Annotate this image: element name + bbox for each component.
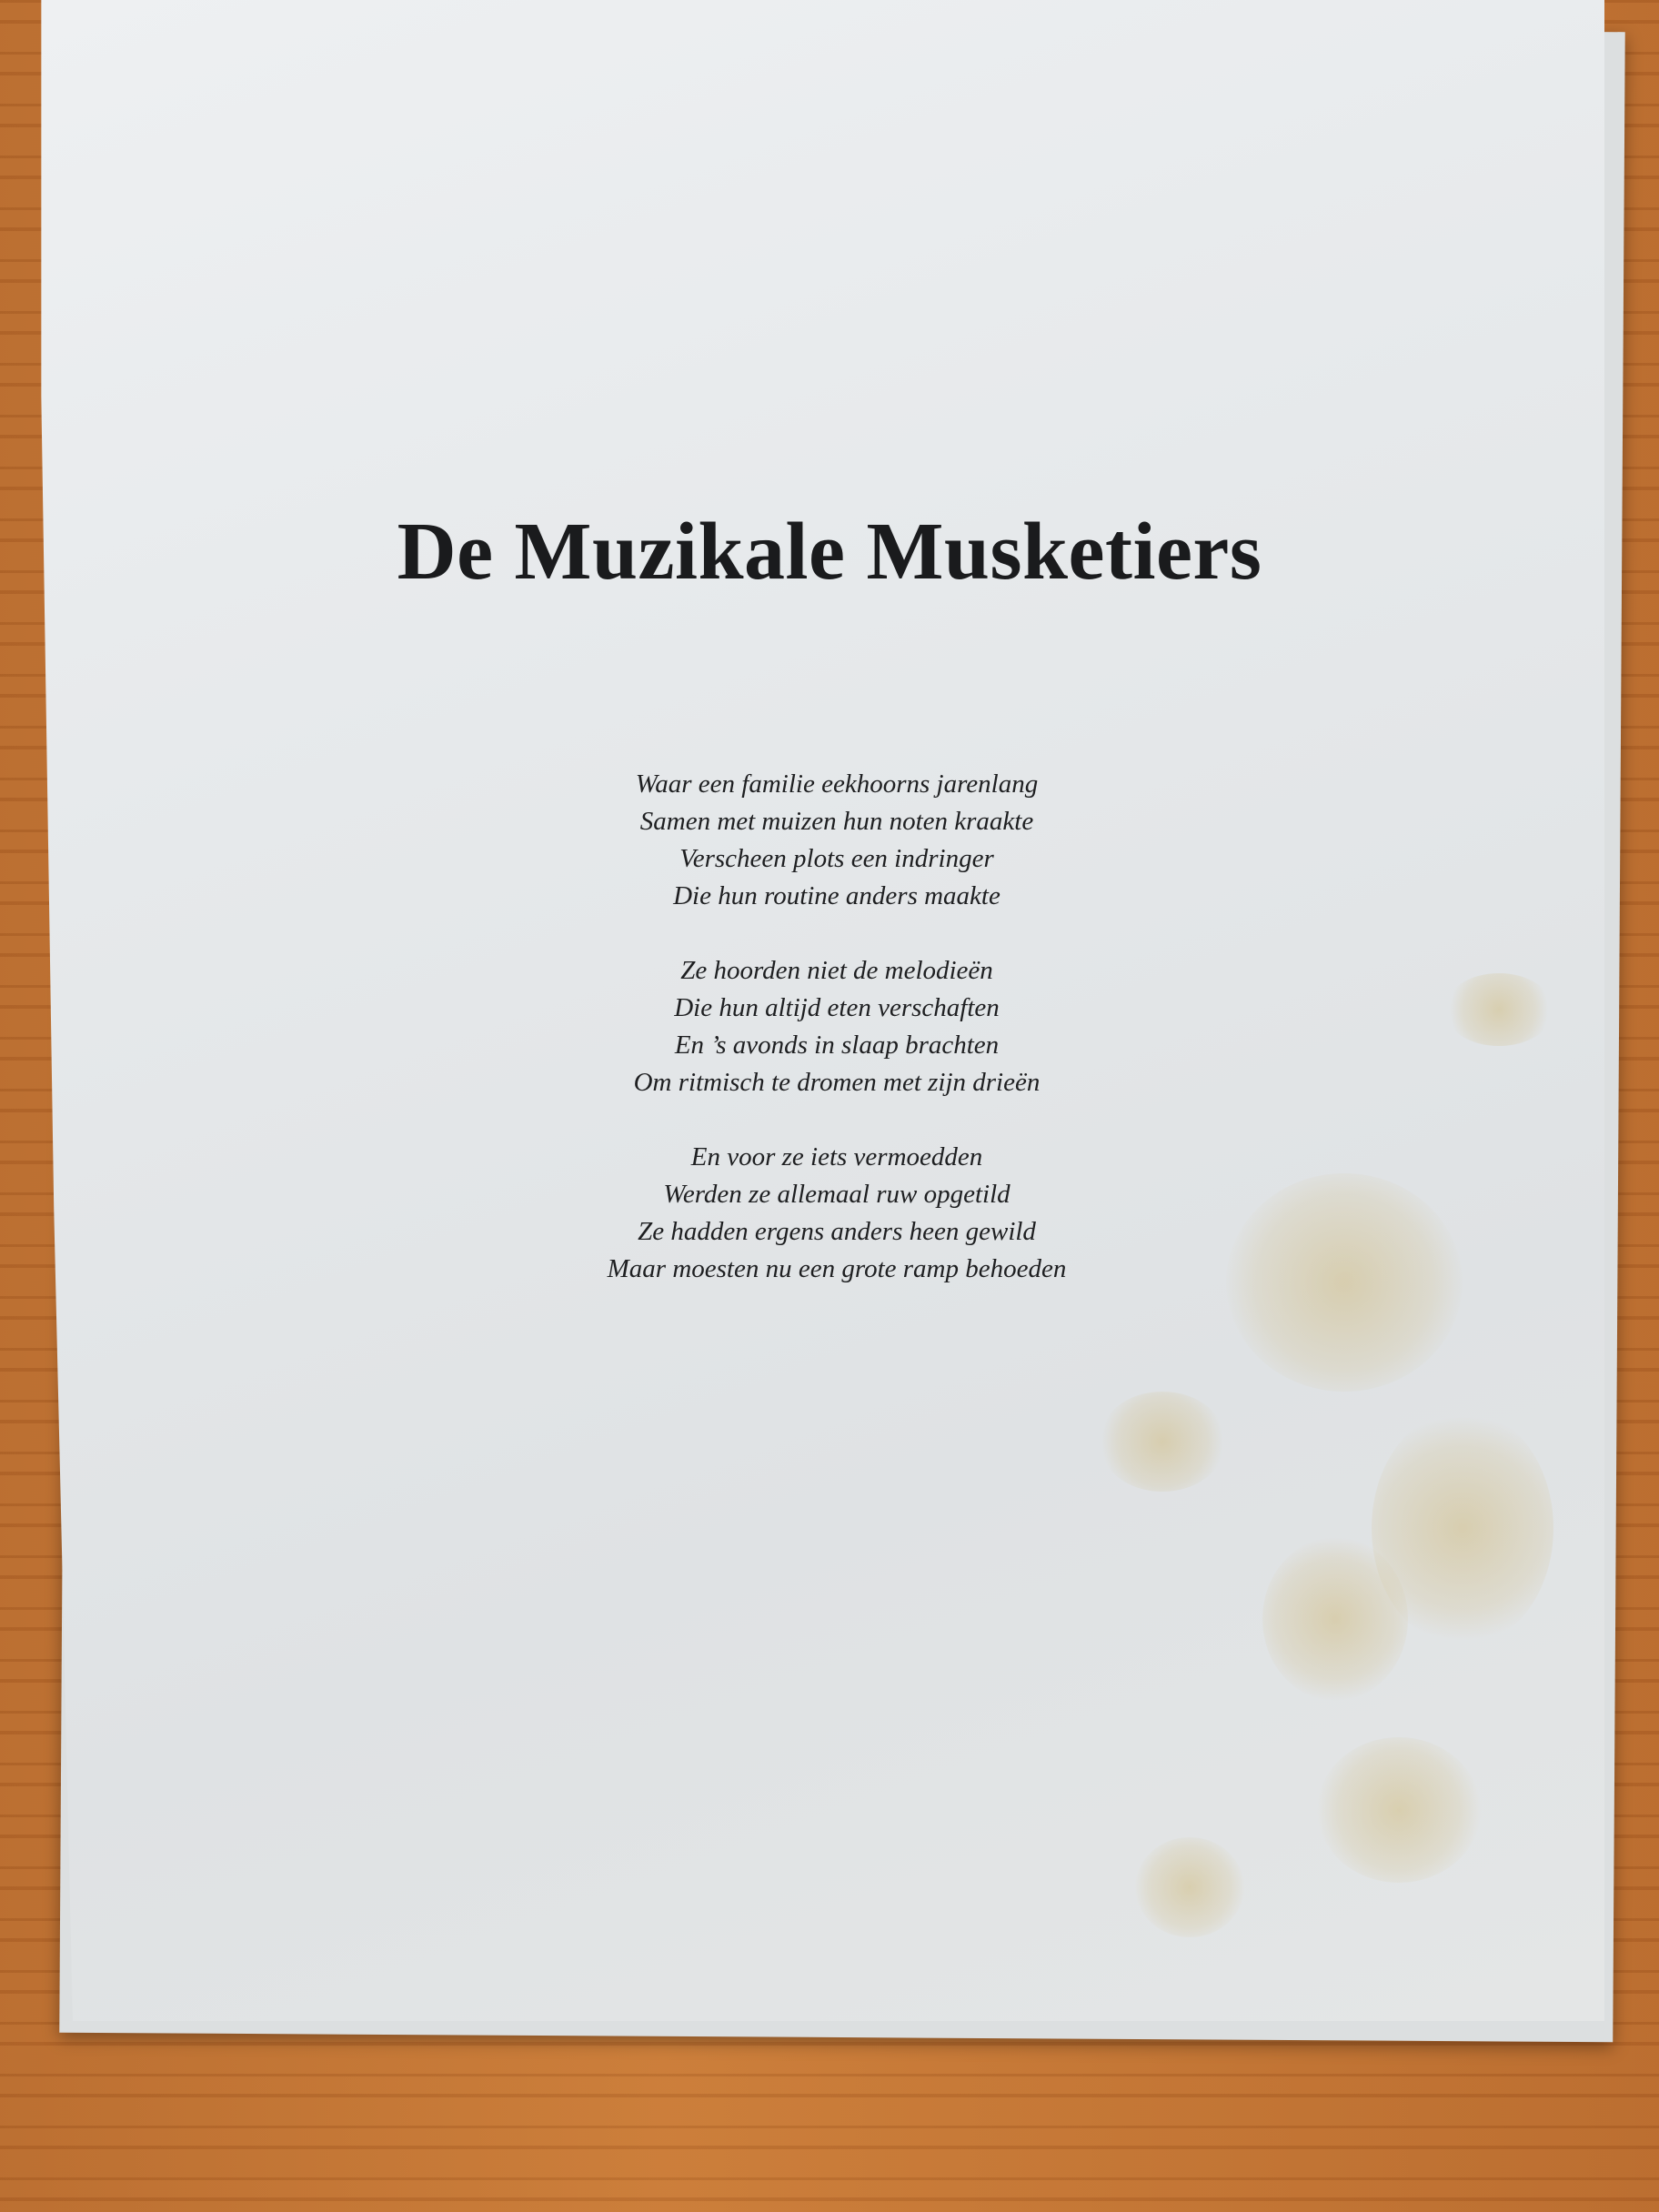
poem-stanza: Ze hoorden niet de melodieën Die hun alt… (455, 952, 1219, 1101)
poem-line: Om ritmisch te dromen met zijn drieën (633, 1068, 1041, 1097)
poem-line: Ze hadden ergens anders heen gewild (638, 1217, 1036, 1246)
paper-stain (1444, 973, 1553, 1046)
paper-stain (1226, 1173, 1463, 1392)
poem-line: Waar een familie eekhoorns jarenlang (635, 769, 1039, 799)
paper-stain (1099, 1392, 1226, 1492)
poem-line: En voor ze iets vermoedden (690, 1142, 983, 1171)
poem: Waar een familie eekhoorns jarenlang Sam… (455, 766, 1219, 1325)
poem-line: Ze hoorden niet de melodieën (680, 956, 993, 985)
poem-line: Maar moesten nu een grote ramp behoeden (607, 1254, 1067, 1283)
poem-line: Die hun altijd eten verschaften (674, 993, 1000, 1022)
poem-stanza: Waar een familie eekhoorns jarenlang Sam… (455, 766, 1219, 915)
paper-stain (1317, 1737, 1481, 1883)
poem-stanza: En voor ze iets vermoedden Werden ze all… (455, 1139, 1219, 1288)
poem-line: Verscheen plots een indringer (679, 844, 994, 873)
paper-stain (1135, 1837, 1244, 1937)
poem-line: Werden ze allemaal ruw opgetild (663, 1180, 1010, 1209)
poem-line: En ’s avonds in slaap brachten (674, 1031, 1000, 1060)
document-title: De Muzikale Musketiers (397, 507, 1262, 597)
poem-line: Samen met muizen hun noten kraakte (639, 807, 1034, 836)
poem-line: Die hun routine anders maakte (673, 881, 1000, 910)
paper-stain (1262, 1537, 1408, 1701)
